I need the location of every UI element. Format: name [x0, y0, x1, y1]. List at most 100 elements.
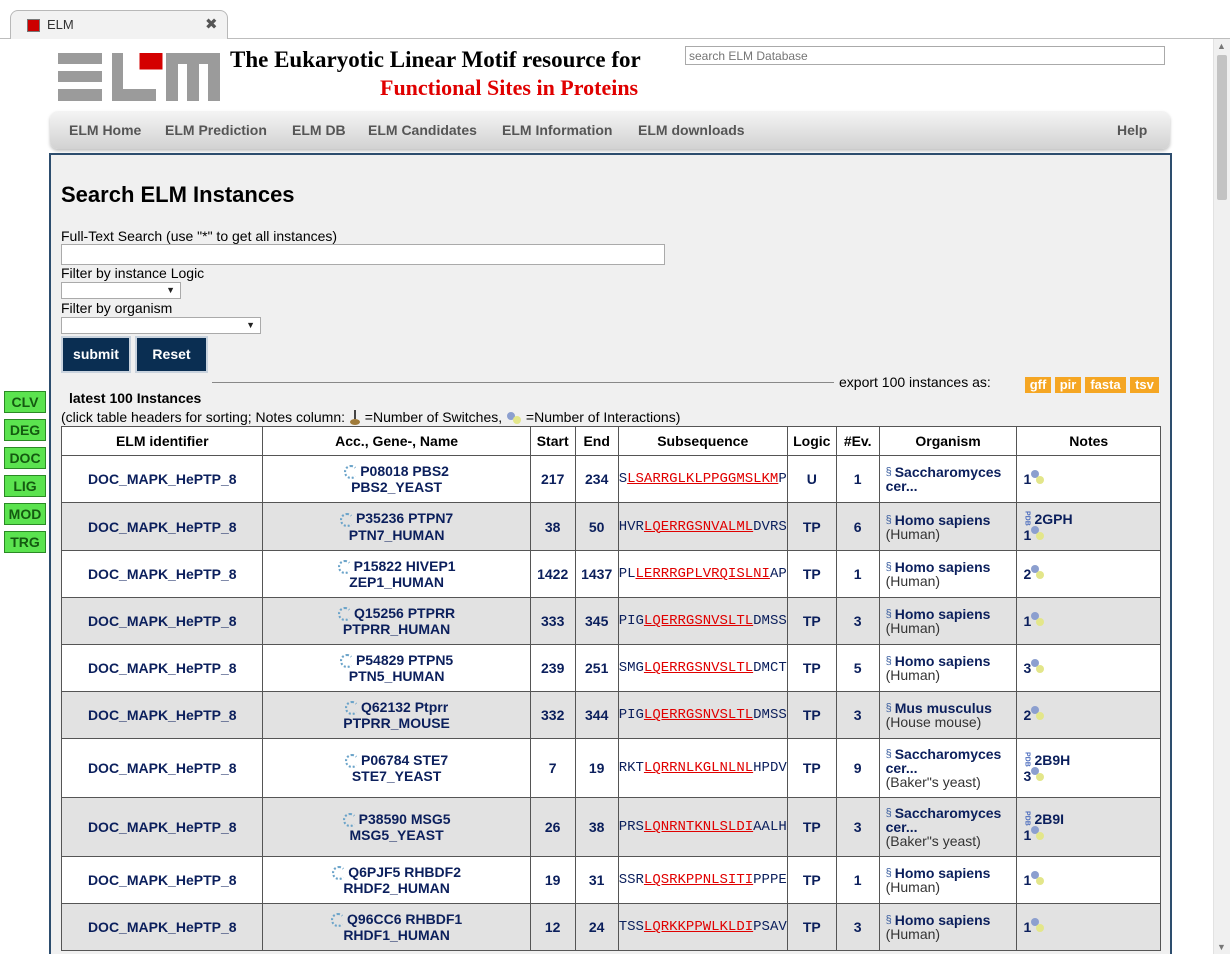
interaction-count[interactable]: 1: [1023, 919, 1031, 935]
database-search-input[interactable]: [685, 46, 1165, 65]
elm-identifier-link[interactable]: DOC_MAPK_HePTP_8: [60, 691, 264, 739]
nav-elm-information[interactable]: ELM Information: [502, 122, 612, 138]
instance-logic: TP: [786, 738, 837, 798]
browser-tab[interactable]: ELM ✖: [10, 10, 228, 39]
elm-identifier-link[interactable]: DOC_MAPK_HePTP_8: [60, 738, 264, 798]
hint-interactions: =Number of Interactions): [525, 409, 681, 425]
accession-link[interactable]: P54829 PTPN5: [356, 652, 453, 668]
interaction-count[interactable]: 2: [1023, 566, 1031, 582]
side-button-clv[interactable]: CLV: [4, 391, 46, 413]
column-header-organism[interactable]: Organism: [878, 426, 1018, 456]
scroll-up-icon[interactable]: ▲: [1217, 41, 1226, 51]
column-header-end[interactable]: End: [574, 426, 619, 456]
elm-logo[interactable]: [58, 39, 220, 101]
accession-link[interactable]: Q6PJF5 RHBDF2: [348, 864, 461, 880]
reset-button[interactable]: Reset: [135, 336, 208, 373]
accession-link[interactable]: P35236 PTPN7: [356, 510, 453, 526]
interaction-count[interactable]: 1: [1023, 827, 1031, 843]
entry-name-link[interactable]: RHDF2_HUMAN: [343, 880, 450, 896]
elm-identifier-link[interactable]: DOC_MAPK_HePTP_8: [60, 903, 264, 951]
organism-species[interactable]: Saccharomyces cer...: [886, 464, 1002, 494]
elm-identifier-link[interactable]: DOC_MAPK_HePTP_8: [60, 455, 264, 503]
nav-elm-candidates[interactable]: ELM Candidates: [368, 122, 477, 138]
table-header-row: ELM identifier Acc., Gene-, Name Start End S…: [60, 426, 1161, 456]
organism-species[interactable]: Saccharomyces cer...: [886, 805, 1002, 835]
entry-name-link[interactable]: STE7_YEAST: [352, 768, 441, 784]
side-button-lig[interactable]: LIG: [4, 475, 46, 497]
site-title-line2: Functional Sites in Proteins: [380, 75, 639, 100]
interaction-count[interactable]: 2: [1023, 707, 1031, 723]
interaction-count[interactable]: 1: [1023, 471, 1031, 487]
entry-name-link[interactable]: RHDF1_HUMAN: [343, 927, 450, 943]
nav-help[interactable]: Help: [1117, 122, 1147, 138]
column-header-start[interactable]: Start: [529, 426, 576, 456]
column-header-notes[interactable]: Notes: [1016, 426, 1161, 456]
elm-identifier-link[interactable]: DOC_MAPK_HePTP_8: [60, 856, 264, 904]
entry-name-link[interactable]: ZEP1_HUMAN: [349, 574, 444, 590]
nav-elm-db[interactable]: ELM DB: [292, 122, 346, 138]
interaction-count[interactable]: 3: [1023, 660, 1031, 676]
interaction-count[interactable]: 3: [1023, 768, 1031, 784]
entry-name-link[interactable]: PTN5_HUMAN: [349, 668, 445, 684]
organism-filter-select[interactable]: ▼: [61, 317, 261, 334]
site-title-line1: The Eukaryotic Linear Motif resource for: [230, 47, 641, 72]
accession-link[interactable]: Q15256 PTPRR: [354, 605, 455, 621]
submit-button[interactable]: submit: [61, 336, 131, 373]
elm-identifier-link[interactable]: DOC_MAPK_HePTP_8: [60, 797, 264, 857]
export-gff-button[interactable]: gff: [1025, 377, 1051, 393]
accession-link[interactable]: P08018 PBS2: [360, 463, 449, 479]
elm-identifier-link[interactable]: DOC_MAPK_HePTP_8: [60, 502, 264, 551]
organism-species[interactable]: Saccharomyces cer...: [886, 746, 1002, 776]
nav-elm-home[interactable]: ELM Home: [69, 122, 141, 138]
side-button-trg[interactable]: TRG: [4, 531, 46, 553]
interaction-icon: [1031, 918, 1045, 932]
accession-link[interactable]: P38590 MSG5: [359, 811, 451, 827]
tab-close-icon[interactable]: ✖: [205, 15, 218, 33]
pdb-link[interactable]: 2B9I: [1034, 811, 1064, 827]
accession-link[interactable]: P06784 STE7: [361, 752, 448, 768]
entry-name-link[interactable]: PTN7_HUMAN: [349, 527, 445, 543]
interaction-count[interactable]: 1: [1023, 527, 1031, 543]
interaction-count[interactable]: 1: [1023, 613, 1031, 629]
elm-identifier-link[interactable]: DOC_MAPK_HePTP_8: [60, 644, 264, 692]
elm-identifier-link[interactable]: DOC_MAPK_HePTP_8: [60, 597, 264, 645]
column-header-elm-identifier[interactable]: ELM identifier: [60, 426, 264, 456]
pdb-link[interactable]: 2B9H: [1034, 752, 1070, 768]
instance-logic: TP: [786, 597, 837, 645]
nav-elm-prediction[interactable]: ELM Prediction: [165, 122, 267, 138]
column-header-subsequence[interactable]: Subsequence: [617, 426, 788, 456]
side-button-deg[interactable]: DEG: [4, 419, 46, 441]
elm-identifier-link[interactable]: DOC_MAPK_HePTP_8: [60, 550, 264, 598]
subsequence-cell: PIGLQERRGSNVSLTLDMSS: [617, 597, 788, 645]
evidence-count: 1: [835, 455, 880, 503]
side-button-doc[interactable]: DOC: [4, 447, 46, 469]
accession-link[interactable]: Q96CC6 RHBDF1: [347, 911, 462, 927]
subsequence-cell: PLLERRRGPLVRQISLNIAP: [617, 550, 788, 598]
column-header-acc-gene-name[interactable]: Acc., Gene-, Name: [262, 426, 531, 456]
pdb-link[interactable]: 2GPH: [1034, 511, 1072, 527]
scrollbar-thumb[interactable]: [1217, 55, 1227, 200]
instance-logic: TP: [786, 550, 837, 598]
start-position: 26: [529, 797, 576, 857]
logic-filter-select[interactable]: ▼: [61, 282, 181, 299]
column-header-logic[interactable]: Logic: [786, 426, 837, 456]
entry-name-link[interactable]: PTPRR_MOUSE: [343, 715, 450, 731]
accession-link[interactable]: Q62132 Ptprr: [361, 699, 448, 715]
export-fasta-button[interactable]: fasta: [1085, 377, 1126, 393]
export-tsv-button[interactable]: tsv: [1130, 377, 1159, 393]
start-position: 333: [529, 597, 576, 645]
entry-name-link[interactable]: MSG5_YEAST: [350, 827, 444, 843]
scroll-down-icon[interactable]: ▼: [1217, 942, 1226, 952]
entry-name-link[interactable]: PTPRR_HUMAN: [343, 621, 450, 637]
fulltext-search-input[interactable]: [61, 244, 665, 265]
interaction-count[interactable]: 1: [1023, 872, 1031, 888]
pdb-icon: PDB: [1023, 752, 1031, 767]
page-scrollbar[interactable]: ▲ ▼: [1213, 39, 1230, 954]
export-pir-button[interactable]: pir: [1055, 377, 1081, 393]
column-header-evidence-count[interactable]: #Ev.: [835, 426, 880, 456]
nav-elm-downloads[interactable]: ELM downloads: [638, 122, 745, 138]
entry-name-link[interactable]: PBS2_YEAST: [351, 479, 442, 495]
accession-link[interactable]: P15822 HIVEP1: [354, 558, 456, 574]
uniprot-icon: [331, 913, 346, 928]
side-button-mod[interactable]: MOD: [4, 503, 46, 525]
